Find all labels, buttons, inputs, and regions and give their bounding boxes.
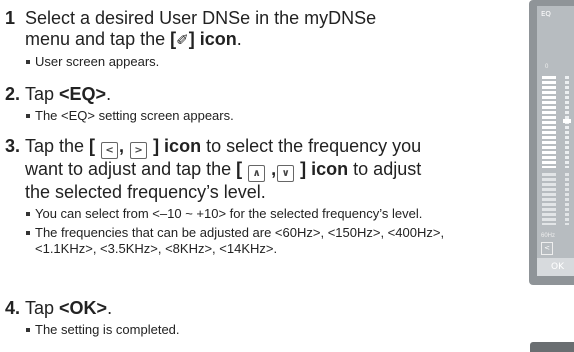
comma: , (119, 136, 130, 156)
step-number: 3. (5, 136, 21, 156)
eq-screen: EQ 0 60Hz < OK (537, 6, 574, 276)
device-illustration-bottom (530, 342, 574, 352)
frequency-label: 60Hz (541, 233, 556, 239)
eq-slider-knob (563, 119, 571, 123)
step-text: Tap the [ <, > ] icon to select the freq… (25, 136, 520, 203)
comma: , (266, 159, 277, 179)
step-3: 3. Tap the [ <, > ] icon to select the f… (0, 136, 520, 257)
step-1: 1 Select a desired User DNSe in the myDN… (0, 8, 520, 70)
step-2: 2. Tap <EQ>. The <EQ> setting screen app… (0, 84, 520, 124)
down-arrow-icon: ∨ (277, 165, 295, 182)
icon-word: ] icon (295, 159, 349, 179)
step-text-line-1: Select a desired User DNSe in the myDNSe (25, 8, 377, 28)
step-text-part: the selected frequency’s level. (25, 182, 266, 202)
step-text: Tap <EQ>. (25, 84, 520, 105)
zero-level-label: 0 (545, 64, 549, 70)
right-arrow-icon: > (130, 142, 148, 159)
step-text: Select a desired User DNSe in the myDNSe… (25, 8, 520, 51)
step-text-part: to select the frequency you (201, 136, 422, 156)
eq-slider-track-lower (565, 173, 569, 225)
pen-icon: ✐ (176, 32, 189, 49)
step-note: You can select from <–10 ~ +10> for the … (26, 206, 505, 222)
tap-label: Tap (25, 84, 60, 104)
up-arrow-icon: ∧ (248, 165, 266, 182)
bracket-open: [ (236, 159, 248, 179)
ok-target: <OK> (59, 298, 108, 318)
step-text-line-2: menu and tap the (25, 29, 171, 49)
device-illustration: EQ 0 60Hz < OK (529, 0, 574, 285)
period: . (236, 29, 242, 49)
step-number: 4. (5, 298, 21, 318)
step-note: The setting is completed. (26, 322, 505, 338)
step-number: 2. (5, 84, 21, 104)
device-left-arrow-icon: < (541, 242, 553, 255)
step-text-part: to adjust (348, 159, 422, 179)
period: . (106, 84, 112, 104)
step-text-part: want to adjust and tap the (25, 159, 237, 179)
eq-bar-upper (542, 76, 556, 168)
step-note: The frequencies that can be adjusted are… (26, 225, 505, 257)
step-note: User screen appears. (26, 54, 505, 70)
ok-button-label: OK (551, 262, 564, 272)
tap-label: Tap the (25, 136, 90, 156)
step-number: 1 (5, 8, 16, 28)
tap-label: Tap (25, 298, 60, 318)
left-arrow-icon: < (101, 142, 119, 159)
step-4: 4. Tap <OK>. The setting is completed. (0, 298, 520, 338)
step-text: Tap <OK>. (25, 298, 520, 319)
eq-screen-title: EQ (541, 10, 551, 18)
icon-word: icon (194, 29, 237, 49)
bracket-open: [ (89, 136, 101, 156)
step-note: The <EQ> setting screen appears. (26, 108, 505, 124)
eq-target: <EQ> (59, 84, 107, 104)
eq-bar-lower (542, 173, 556, 225)
ok-bar: OK (537, 258, 574, 276)
icon-word: ] icon (148, 136, 202, 156)
period: . (107, 298, 113, 318)
